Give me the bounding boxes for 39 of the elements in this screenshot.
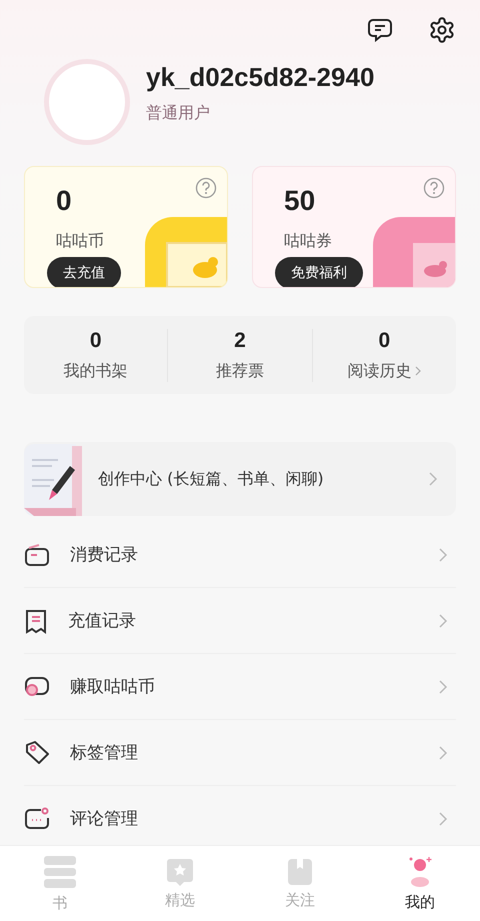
card-action-button[interactable]: 免费福利 [275, 257, 363, 287]
balance-amount: 0 [56, 185, 72, 217]
wallet-icon [24, 542, 50, 566]
stat-value: 2 [234, 328, 246, 352]
chevron-icon [439, 614, 448, 628]
star-icon [166, 857, 194, 887]
chevron-icon [439, 746, 448, 760]
receipt-icon [24, 608, 48, 634]
coin-icon [24, 674, 50, 698]
chevron-icon [415, 366, 422, 376]
tag-icon [24, 740, 50, 766]
wallet-card[interactable]: 0 咕咕币 去充值 [24, 166, 228, 288]
menu-item[interactable]: 消费记录 [24, 522, 456, 588]
stat-label[interactable]: 阅读历史 [347, 360, 412, 382]
help-icon[interactable] [195, 177, 217, 199]
balance-label: 咕咕券 [284, 231, 332, 252]
balance-amount: 50 [284, 185, 316, 217]
chevron-icon [439, 680, 448, 694]
stat-label[interactable]: 推荐票 [216, 360, 264, 382]
chevron-icon [439, 812, 448, 826]
menu-item[interactable]: 赚取咕咕币 [24, 654, 456, 720]
stat-label[interactable]: 我的书架 [64, 360, 128, 382]
creation-center-button[interactable]: 创作中心 (长短篇、书单、闲聊) [24, 442, 456, 516]
username: yk_d02c5d82-2940 [146, 62, 374, 93]
nav-tab[interactable]: 我的 [360, 846, 480, 921]
user-level: 普通用户 [146, 103, 211, 124]
chevron-icon [429, 472, 438, 486]
comment-icon [24, 806, 50, 830]
stat-value: 0 [378, 328, 390, 352]
card-action-button[interactable]: 去充值 [47, 257, 121, 287]
creation-center-label: 创作中心 (长短篇、书单、闲聊) [98, 468, 325, 490]
chevron-icon [439, 548, 448, 562]
wallet-card[interactable]: 50 咕咕券 免费福利 [252, 166, 456, 288]
menu-item[interactable]: 标签管理 [24, 720, 456, 786]
stat-value: 0 [90, 328, 102, 352]
help-icon[interactable] [423, 177, 445, 199]
book-icon [286, 857, 314, 887]
menu-item[interactable]: 充值记录 [24, 588, 456, 654]
balance-label: 咕咕币 [56, 231, 104, 252]
